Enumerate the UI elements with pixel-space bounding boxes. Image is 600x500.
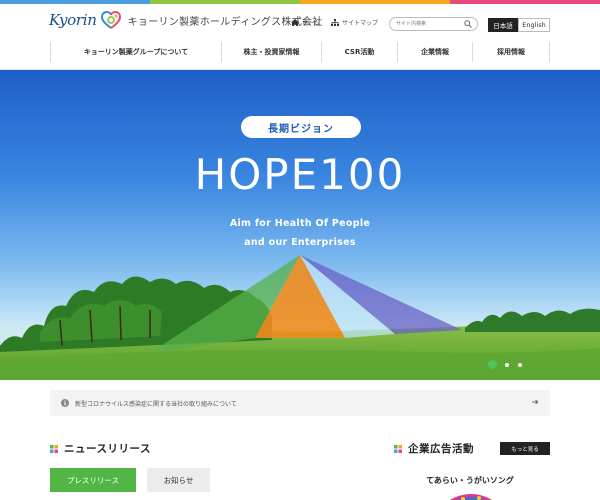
slider-dot-2[interactable]: [505, 362, 509, 367]
lang-english-button[interactable]: English: [518, 18, 550, 32]
news-title-text: ニュースリリース: [64, 443, 151, 455]
sitemap-label: サイトマップ: [342, 20, 379, 27]
hero-headline: HOPE100: [194, 150, 406, 199]
search-input[interactable]: [396, 19, 462, 29]
section-grid-icon: [394, 444, 402, 453]
handwash-song-thumbnail[interactable]: [441, 489, 501, 500]
nav-item-csr[interactable]: CSR活動: [321, 42, 397, 62]
hero-tagline-line-1: Aim for Health Of People: [229, 218, 371, 229]
home-icon: [291, 19, 299, 26]
nav-item-about-group[interactable]: キョーリン製薬グループについて: [50, 42, 221, 62]
home-link[interactable]: ホーム: [291, 18, 320, 27]
long-term-vision-badge: 長期ビジョン: [241, 116, 361, 138]
corporate-ad-title-text: 企業広告活動: [408, 443, 474, 455]
tab-announcements[interactable]: お知らせ: [147, 468, 210, 492]
site-header: Kyorin キョーリン製薬ホールディングス株式会社 ホーム サイトマップ 日本…: [0, 4, 600, 38]
hero-tagline: Aim for Health Of People and our Enterpr…: [170, 214, 430, 252]
slider-dot-3[interactable]: [518, 362, 522, 367]
slider-dot-1[interactable]: [488, 360, 497, 369]
info-icon: [61, 399, 69, 407]
hero-tagline-line-2: and our Enterprises: [244, 237, 356, 248]
sitemap-icon: [331, 19, 339, 26]
handwash-song-title[interactable]: てあらい・うがいソング: [400, 475, 540, 486]
search-icon[interactable]: [464, 20, 472, 28]
home-label: ホーム: [302, 20, 320, 27]
tab-press-release[interactable]: プレスリリース: [50, 468, 136, 492]
see-more-button[interactable]: もっと見る: [500, 442, 550, 455]
global-nav: キョーリン製薬グループについて 株主・投資家情報 CSR活動 企業情報 採用情報: [0, 40, 600, 70]
lang-japanese-button[interactable]: 日本語: [488, 18, 518, 32]
corporate-ad-heading: 企業広告活動: [394, 441, 474, 456]
arrow-right-icon: [532, 399, 539, 405]
covid-notice-link[interactable]: 新型コロナウイルス感染症に関する当社の取り組みについて: [50, 390, 550, 416]
nav-item-corporate-info[interactable]: 企業情報: [397, 42, 472, 62]
hero-slider[interactable]: 長期ビジョン HOPE100 Aim for Health Of People …: [0, 70, 600, 380]
company-logo[interactable]: Kyorin キョーリン製薬ホールディングス株式会社: [49, 10, 323, 30]
notice-text: 新型コロナウイルス感染症に関する当社の取り組みについて: [75, 400, 237, 408]
slider-pagination: [488, 360, 531, 369]
section-grid-icon: [50, 444, 58, 453]
site-search: [389, 17, 478, 31]
logo-wordmark: Kyorin: [49, 11, 97, 29]
logo-heart-icon: [100, 10, 121, 29]
nav-item-investors[interactable]: 株主・投資家情報: [221, 42, 321, 62]
sitemap-link[interactable]: サイトマップ: [331, 18, 378, 27]
news-release-heading: ニュースリリース: [50, 441, 151, 456]
nav-item-recruit[interactable]: 採用情報: [472, 42, 550, 62]
